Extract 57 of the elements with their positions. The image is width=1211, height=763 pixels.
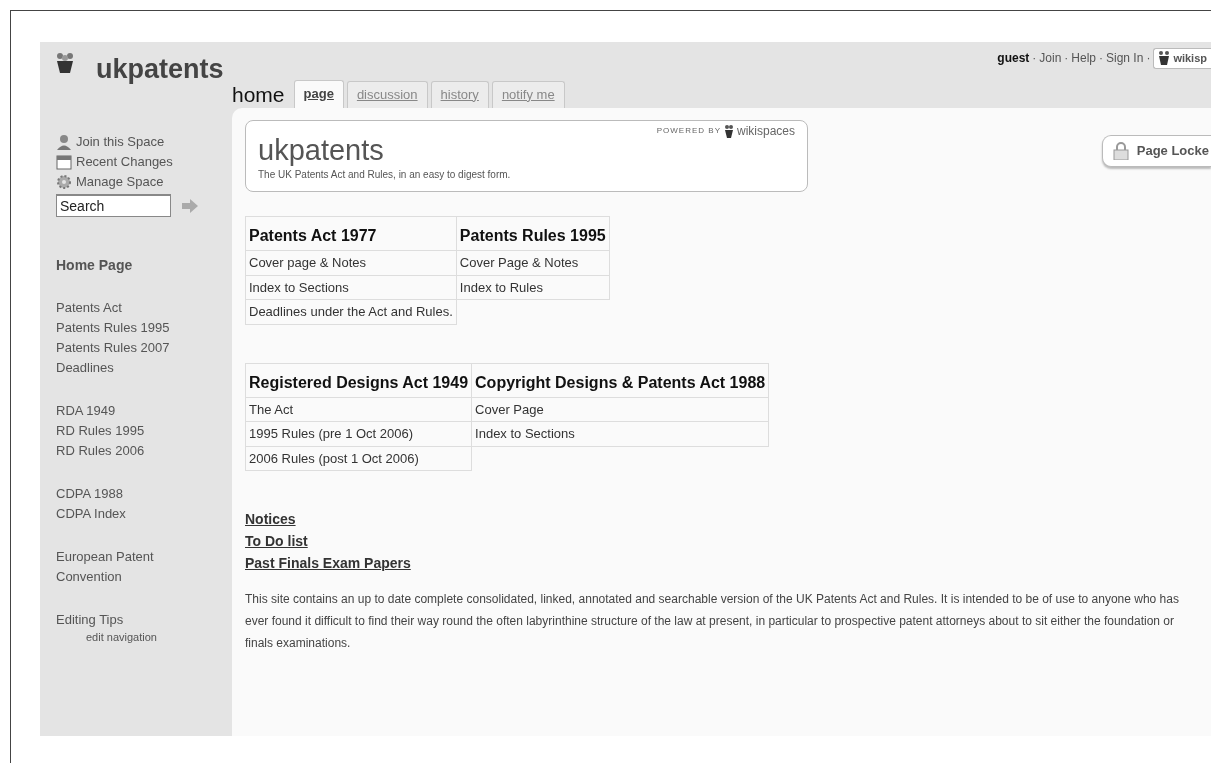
page-locked-button[interactable]: Page Locke: [1101, 135, 1211, 167]
column-heading: Patents Rules 1995: [456, 216, 610, 251]
nav-link[interactable]: Patents Rules 2007: [56, 338, 206, 358]
nav-link[interactable]: Patents Act: [56, 298, 206, 318]
cell-text: (post 1 Oct 2006): [318, 450, 419, 466]
table-link[interactable]: Deadlines: [249, 304, 307, 319]
username: guest: [997, 50, 1030, 68]
search-field[interactable]: Search: [56, 194, 171, 217]
separator: ·: [1064, 50, 1069, 68]
nav-link[interactable]: CDPA Index: [56, 504, 206, 524]
nav-link[interactable]: RD Rules 2006: [56, 441, 206, 461]
separator: ·: [1032, 50, 1037, 68]
person-icon: [56, 134, 72, 150]
powered-by-label: POWERED BY: [656, 125, 721, 137]
site-name[interactable]: ukpatents: [96, 56, 224, 83]
table-link[interactable]: Cover Page: [475, 401, 544, 417]
calendar-icon: [56, 154, 72, 170]
column-heading: Copyright Designs & Patents Act 1988: [471, 363, 769, 397]
column-heading: Patents Act 1977: [245, 216, 457, 251]
table-link[interactable]: 2006 Rules: [249, 450, 315, 466]
nav-link[interactable]: Editing Tips: [56, 610, 206, 630]
page-link[interactable]: Notices: [245, 508, 296, 530]
nav-link[interactable]: Patents Rules 1995: [56, 318, 206, 338]
intro-paragraph: This site contains an up to date complete consolidated, linked, annotated and searchable version of the UK Patents Act and Rules. It is intended to be of use to anyone who has ever found it difficult to find their way round the often labyrinthine structure of the law at present, in particular to prospective patent attorneys about to sit either the foundation or finals examinations.: [245, 591, 1180, 652]
sidebar-link[interactable]: Join this Space: [76, 132, 165, 152]
header-link[interactable]: Sign In: [1106, 49, 1144, 68]
page-link[interactable]: To Do list: [245, 530, 308, 552]
separator: ·: [1146, 50, 1151, 68]
column-heading: Registered Designs Act 1949: [245, 363, 472, 397]
header-link[interactable]: Join: [1039, 49, 1062, 68]
sidebar-link[interactable]: Recent Changes: [76, 152, 173, 172]
cell-text: (pre 1 Oct 2006): [318, 426, 414, 441]
sidebar-link[interactable]: Manage Space: [76, 172, 164, 192]
padlock-icon: [1112, 141, 1129, 160]
nav-link[interactable]: RD Rules 1995: [56, 421, 206, 441]
page-name: home: [232, 84, 285, 108]
nav-link[interactable]: European Patent Convention: [56, 547, 206, 587]
table-link[interactable]: The Act: [249, 401, 294, 417]
brand-name: wikispaces: [736, 123, 795, 140]
cell-text: under the Act and Rules.: [310, 304, 453, 319]
tab[interactable]: page: [293, 79, 344, 108]
separator: ·: [1099, 50, 1103, 68]
tagline: The UK Patents Act and Rules, in an easy to digest form.: [258, 167, 512, 182]
nav-link[interactable]: Home Page: [56, 255, 133, 275]
edit-navigation-link[interactable]: edit navigation: [86, 630, 232, 644]
table-link[interactable]: 1995 Rules: [249, 426, 315, 441]
nav-link[interactable]: Deadlines: [56, 358, 206, 378]
plant-pot-icon: [1158, 51, 1171, 66]
page-title: ukpatents: [258, 135, 385, 167]
wikispaces-link[interactable]: wikisp: [1153, 48, 1211, 69]
plant-pot-icon: [723, 124, 734, 138]
gear-icon: [56, 174, 72, 190]
nav-link[interactable]: RDA 1949: [56, 401, 206, 421]
nav-link[interactable]: CDPA 1988: [56, 484, 206, 504]
header-link[interactable]: Help: [1071, 49, 1096, 68]
arrow-icon: [181, 198, 199, 213]
page-link[interactable]: Past Finals Exam Papers: [245, 552, 411, 574]
